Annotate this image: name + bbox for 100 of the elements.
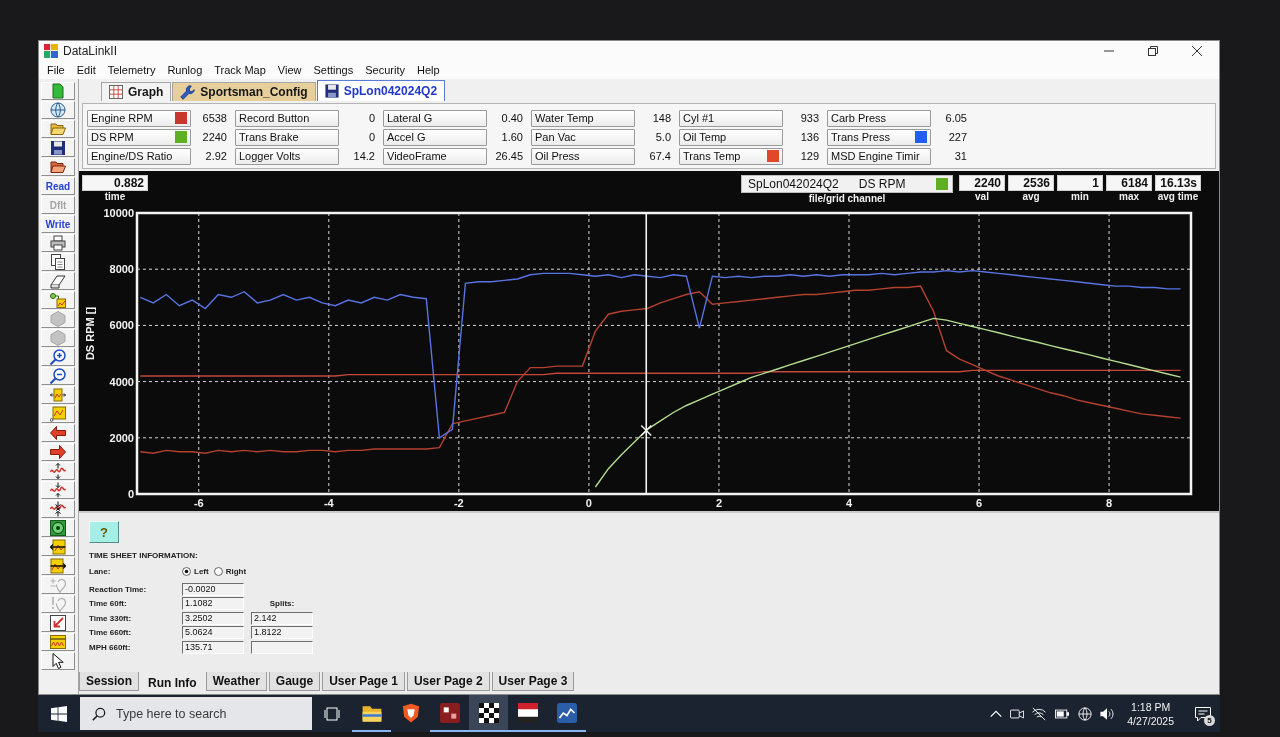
menu-item[interactable]: File [41, 62, 71, 78]
channel-button[interactable]: Logger Volts [235, 147, 339, 165]
menu-item[interactable]: Security [359, 62, 411, 78]
tab[interactable]: Gauge [268, 672, 321, 691]
globe-icon [1078, 706, 1093, 721]
tab[interactable]: User Page 1 [322, 672, 405, 691]
toolbar-button[interactable] [41, 557, 75, 575]
file-icon [50, 83, 66, 99]
channel-button[interactable]: Accel G [383, 128, 487, 146]
speaker-icon [1100, 706, 1115, 721]
menu-item[interactable]: View [271, 62, 308, 78]
channel-button[interactable]: Trans Press [827, 128, 931, 146]
tab[interactable]: User Page 2 [406, 672, 490, 691]
clock-date: 4/27/2025 [1127, 713, 1174, 728]
tab[interactable]: Graph [101, 82, 172, 101]
hexagon-icon [50, 311, 66, 327]
value-field[interactable]: 135.71 [182, 640, 244, 654]
tab[interactable]: Sportsman_Config [172, 82, 316, 101]
value-field[interactable]: 1.1082 [182, 597, 244, 611]
toolbar-button[interactable] [41, 158, 75, 176]
toolbar-button[interactable] [41, 424, 75, 442]
toolbar-button[interactable] [41, 253, 75, 271]
channel-button[interactable]: Engine/DS Ratio [87, 147, 191, 165]
notification-button[interactable]: 5 [1186, 695, 1220, 732]
field-label: Time 60ft: [89, 599, 128, 609]
channel-button[interactable]: Lateral G [383, 109, 487, 127]
tray-button[interactable] [1053, 706, 1072, 721]
tray-button[interactable] [1099, 706, 1116, 721]
channel-button[interactable]: Oil Temp [679, 128, 783, 146]
channel-value: 5.0 [654, 131, 671, 143]
channel-button[interactable]: Trans Temp [679, 147, 783, 165]
toolbar-button[interactable] [41, 538, 75, 556]
channel-button[interactable]: Engine RPM [87, 109, 191, 127]
menu-item[interactable]: Edit [70, 62, 102, 78]
menu-item[interactable]: Settings [307, 62, 360, 78]
channel-value: 26.45 [494, 150, 523, 162]
cursor-line[interactable] [645, 212, 648, 495]
split-field[interactable] [251, 640, 313, 654]
split-field[interactable]: 2.142 [251, 611, 313, 625]
split-field[interactable]: 1.8122 [251, 626, 313, 640]
toolbar-button[interactable] [41, 500, 75, 518]
channel-button[interactable]: Water Temp [531, 109, 635, 127]
close-icon [1192, 46, 1202, 56]
menu-item[interactable]: Runlog [161, 62, 209, 78]
tab[interactable]: Weather [205, 672, 267, 691]
camera-icon [1010, 706, 1025, 721]
toolbar-button[interactable] [41, 614, 75, 632]
channel-button[interactable]: Pan Vac [531, 128, 635, 146]
channel-selector[interactable]: SpLon042024Q2 DS RPM [741, 175, 953, 193]
menu-item[interactable]: Telemetry [101, 62, 162, 78]
channel-value: 1.60 [500, 131, 523, 143]
tray-button[interactable] [1077, 706, 1094, 721]
value-field[interactable]: 3.2502 [182, 611, 244, 625]
tab[interactable]: Session [79, 672, 140, 691]
channel-button[interactable]: VideoFrame [383, 147, 487, 165]
arrow-icon [50, 615, 66, 631]
channel-value: 14.2 [352, 150, 375, 162]
toolbar-button[interactable] [41, 652, 75, 670]
toolbar-button[interactable] [41, 519, 75, 537]
field-label: val [975, 191, 989, 203]
arrow-left-icon [50, 425, 66, 441]
channel-button[interactable]: Oil Press [531, 147, 635, 165]
toolbar-button[interactable]: Read [41, 177, 75, 195]
value-field[interactable]: -0.0020 [182, 582, 244, 596]
radio-option[interactable]: Left [182, 566, 209, 576]
toolbar-button[interactable] [41, 348, 75, 366]
toolbar-button[interactable] [41, 272, 75, 290]
channel-button[interactable]: Cyl #1 [679, 109, 783, 127]
channel-button[interactable]: Trans Brake [235, 128, 339, 146]
time-field: 0.882 [82, 175, 148, 191]
search-field[interactable]: Type here to search [80, 697, 312, 730]
channel-button[interactable]: Carb Press [827, 109, 931, 127]
help-button[interactable]: ? [89, 521, 119, 543]
axis-tick-label: -6 [193, 497, 204, 509]
axis-tick-label: 4 [845, 497, 853, 509]
axis-tick-label: 6000 [109, 319, 134, 332]
task-view-icon [324, 705, 340, 722]
toolbar-button[interactable] [41, 443, 75, 461]
channel-button[interactable]: Record Button [235, 109, 339, 127]
toolbar-button[interactable] [41, 367, 75, 385]
checkered-flag-icon [478, 702, 499, 723]
toolbar-button[interactable] [41, 139, 75, 157]
toolbar-button[interactable]: Write [41, 215, 75, 233]
taskbar-app[interactable] [469, 695, 508, 732]
channel-button[interactable]: MSD Engine Timir [827, 147, 931, 165]
printer-icon [50, 235, 66, 251]
tab[interactable]: SpLon042024Q2 [316, 80, 446, 101]
menu-item[interactable]: Track Map [208, 62, 272, 78]
tab[interactable]: User Page 3 [491, 672, 575, 691]
tray-button[interactable] [1009, 706, 1026, 721]
channel-button[interactable]: DS RPM [87, 128, 191, 146]
radio-option[interactable]: Right [213, 566, 247, 576]
menu-item[interactable]: Help [410, 62, 446, 78]
tray-button[interactable] [1031, 706, 1048, 721]
save-icon [50, 140, 66, 156]
grid-icon [109, 85, 123, 99]
loop-icon [50, 577, 66, 593]
value-field[interactable]: 5.0624 [182, 626, 244, 640]
channel-value: 0.40 [500, 112, 523, 124]
app-tile-icon [439, 702, 460, 723]
